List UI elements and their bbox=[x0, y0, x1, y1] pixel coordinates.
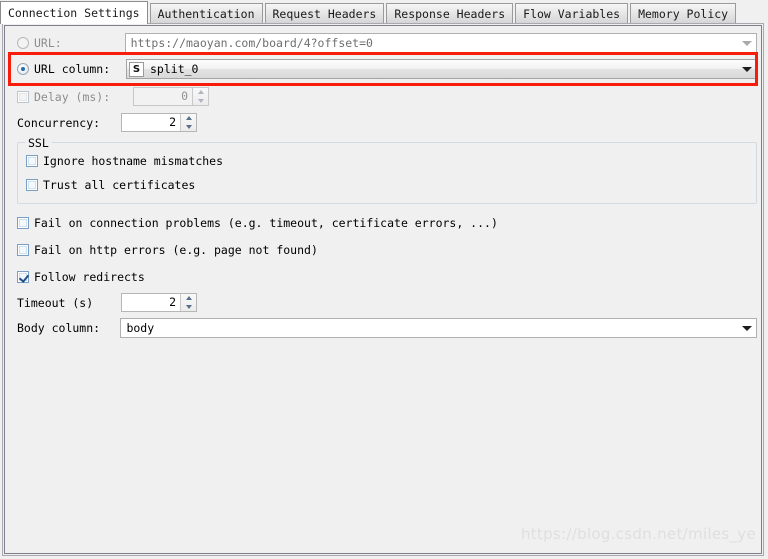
url-label: URL: bbox=[34, 36, 62, 50]
fail-connection-row[interactable]: Fail on connection problems (e.g. timeou… bbox=[17, 216, 498, 230]
url-column-combo[interactable]: S split_0 bbox=[126, 59, 757, 79]
fail-http-row[interactable]: Fail on http errors (e.g. page not found… bbox=[17, 243, 318, 257]
ssl-group-title: SSL bbox=[25, 136, 52, 150]
timeout-row: Timeout (s) 2 bbox=[17, 293, 417, 312]
tab-flow-variables[interactable]: Flow Variables bbox=[515, 3, 629, 24]
spinner-up-icon[interactable] bbox=[181, 114, 196, 123]
spinner-up-icon[interactable] bbox=[181, 294, 196, 303]
url-column-row: URL column: S split_0 bbox=[17, 58, 757, 80]
delay-value: 0 bbox=[181, 89, 188, 103]
timeout-spinner[interactable]: 2 bbox=[121, 293, 197, 312]
trust-all-certificates-checkbox[interactable] bbox=[26, 179, 38, 191]
ssl-group: SSL Ignore hostname mismatches Trust all… bbox=[17, 136, 757, 204]
fail-on-connection-problems-checkbox[interactable] bbox=[17, 217, 29, 229]
spinner-down-icon[interactable] bbox=[181, 303, 196, 312]
concurrency-spinner-buttons[interactable] bbox=[180, 114, 196, 131]
chevron-down-icon[interactable] bbox=[738, 34, 756, 52]
tab-memory-policy[interactable]: Memory Policy bbox=[630, 3, 737, 24]
delay-spinner-buttons[interactable] bbox=[192, 88, 208, 105]
delay-label: Delay (ms): bbox=[34, 89, 111, 104]
fail-on-connection-problems-label: Fail on connection problems (e.g. timeou… bbox=[34, 216, 498, 230]
body-column-combo[interactable]: body bbox=[120, 318, 757, 338]
body-column-label: Body column: bbox=[17, 321, 101, 335]
fail-on-http-errors-label: Fail on http errors (e.g. page not found… bbox=[34, 243, 318, 257]
spinner-up-icon[interactable] bbox=[193, 88, 208, 97]
ignore-hostname-checkbox[interactable] bbox=[26, 155, 38, 167]
fail-on-http-errors-checkbox[interactable] bbox=[17, 244, 29, 256]
ssl-trust-certificates-row[interactable]: Trust all certificates bbox=[26, 178, 195, 192]
body-column-value: body bbox=[126, 321, 155, 335]
delay-row: Delay (ms): 0 bbox=[17, 87, 417, 106]
spinner-down-icon[interactable] bbox=[181, 123, 196, 132]
tab-bar: Connection Settings Authentication Reque… bbox=[0, 0, 768, 24]
connection-settings-panel: URL: https://maoyan.com/board/4?offset=0… bbox=[2, 23, 764, 556]
delay-spinner[interactable]: 0 bbox=[133, 87, 209, 106]
chevron-down-icon[interactable] bbox=[738, 319, 756, 337]
chevron-down-icon[interactable] bbox=[738, 60, 756, 78]
follow-redirects-row[interactable]: Follow redirects bbox=[17, 270, 145, 284]
watermark: https://blog.csdn.net/miles_ye bbox=[520, 525, 756, 543]
concurrency-spinner[interactable]: 2 bbox=[121, 113, 197, 132]
timeout-value: 2 bbox=[169, 295, 176, 309]
url-column-label: URL column: bbox=[34, 62, 111, 76]
string-type-icon: S bbox=[129, 61, 144, 77]
url-column-value: split_0 bbox=[150, 62, 199, 76]
url-radio[interactable] bbox=[17, 37, 29, 49]
tab-authentication[interactable]: Authentication bbox=[149, 3, 263, 24]
concurrency-value: 2 bbox=[169, 115, 176, 129]
ignore-hostname-label: Ignore hostname mismatches bbox=[43, 154, 224, 168]
url-combo[interactable]: https://maoyan.com/board/4?offset=0 bbox=[124, 33, 757, 53]
timeout-label: Timeout (s) bbox=[17, 295, 94, 310]
timeout-spinner-buttons[interactable] bbox=[180, 294, 196, 311]
panel-content: URL: https://maoyan.com/board/4?offset=0… bbox=[4, 25, 762, 554]
trust-all-certificates-label: Trust all certificates bbox=[43, 178, 196, 192]
delay-checkbox[interactable] bbox=[17, 90, 29, 103]
tab-response-headers[interactable]: Response Headers bbox=[386, 3, 514, 24]
url-row: URL: https://maoyan.com/board/4?offset=0 bbox=[17, 33, 757, 53]
concurrency-label: Concurrency: bbox=[17, 115, 101, 130]
body-column-row: Body column: body bbox=[17, 318, 757, 338]
tab-connection-settings[interactable]: Connection Settings bbox=[0, 1, 148, 24]
url-column-radio[interactable] bbox=[17, 63, 29, 75]
tab-request-headers[interactable]: Request Headers bbox=[264, 3, 385, 24]
follow-redirects-label: Follow redirects bbox=[34, 270, 145, 284]
spinner-down-icon[interactable] bbox=[193, 97, 208, 106]
follow-redirects-checkbox[interactable] bbox=[17, 271, 29, 283]
concurrency-row: Concurrency: 2 bbox=[17, 113, 417, 132]
ssl-ignore-hostname-row[interactable]: Ignore hostname mismatches bbox=[26, 154, 223, 168]
url-value: https://maoyan.com/board/4?offset=0 bbox=[130, 36, 373, 50]
